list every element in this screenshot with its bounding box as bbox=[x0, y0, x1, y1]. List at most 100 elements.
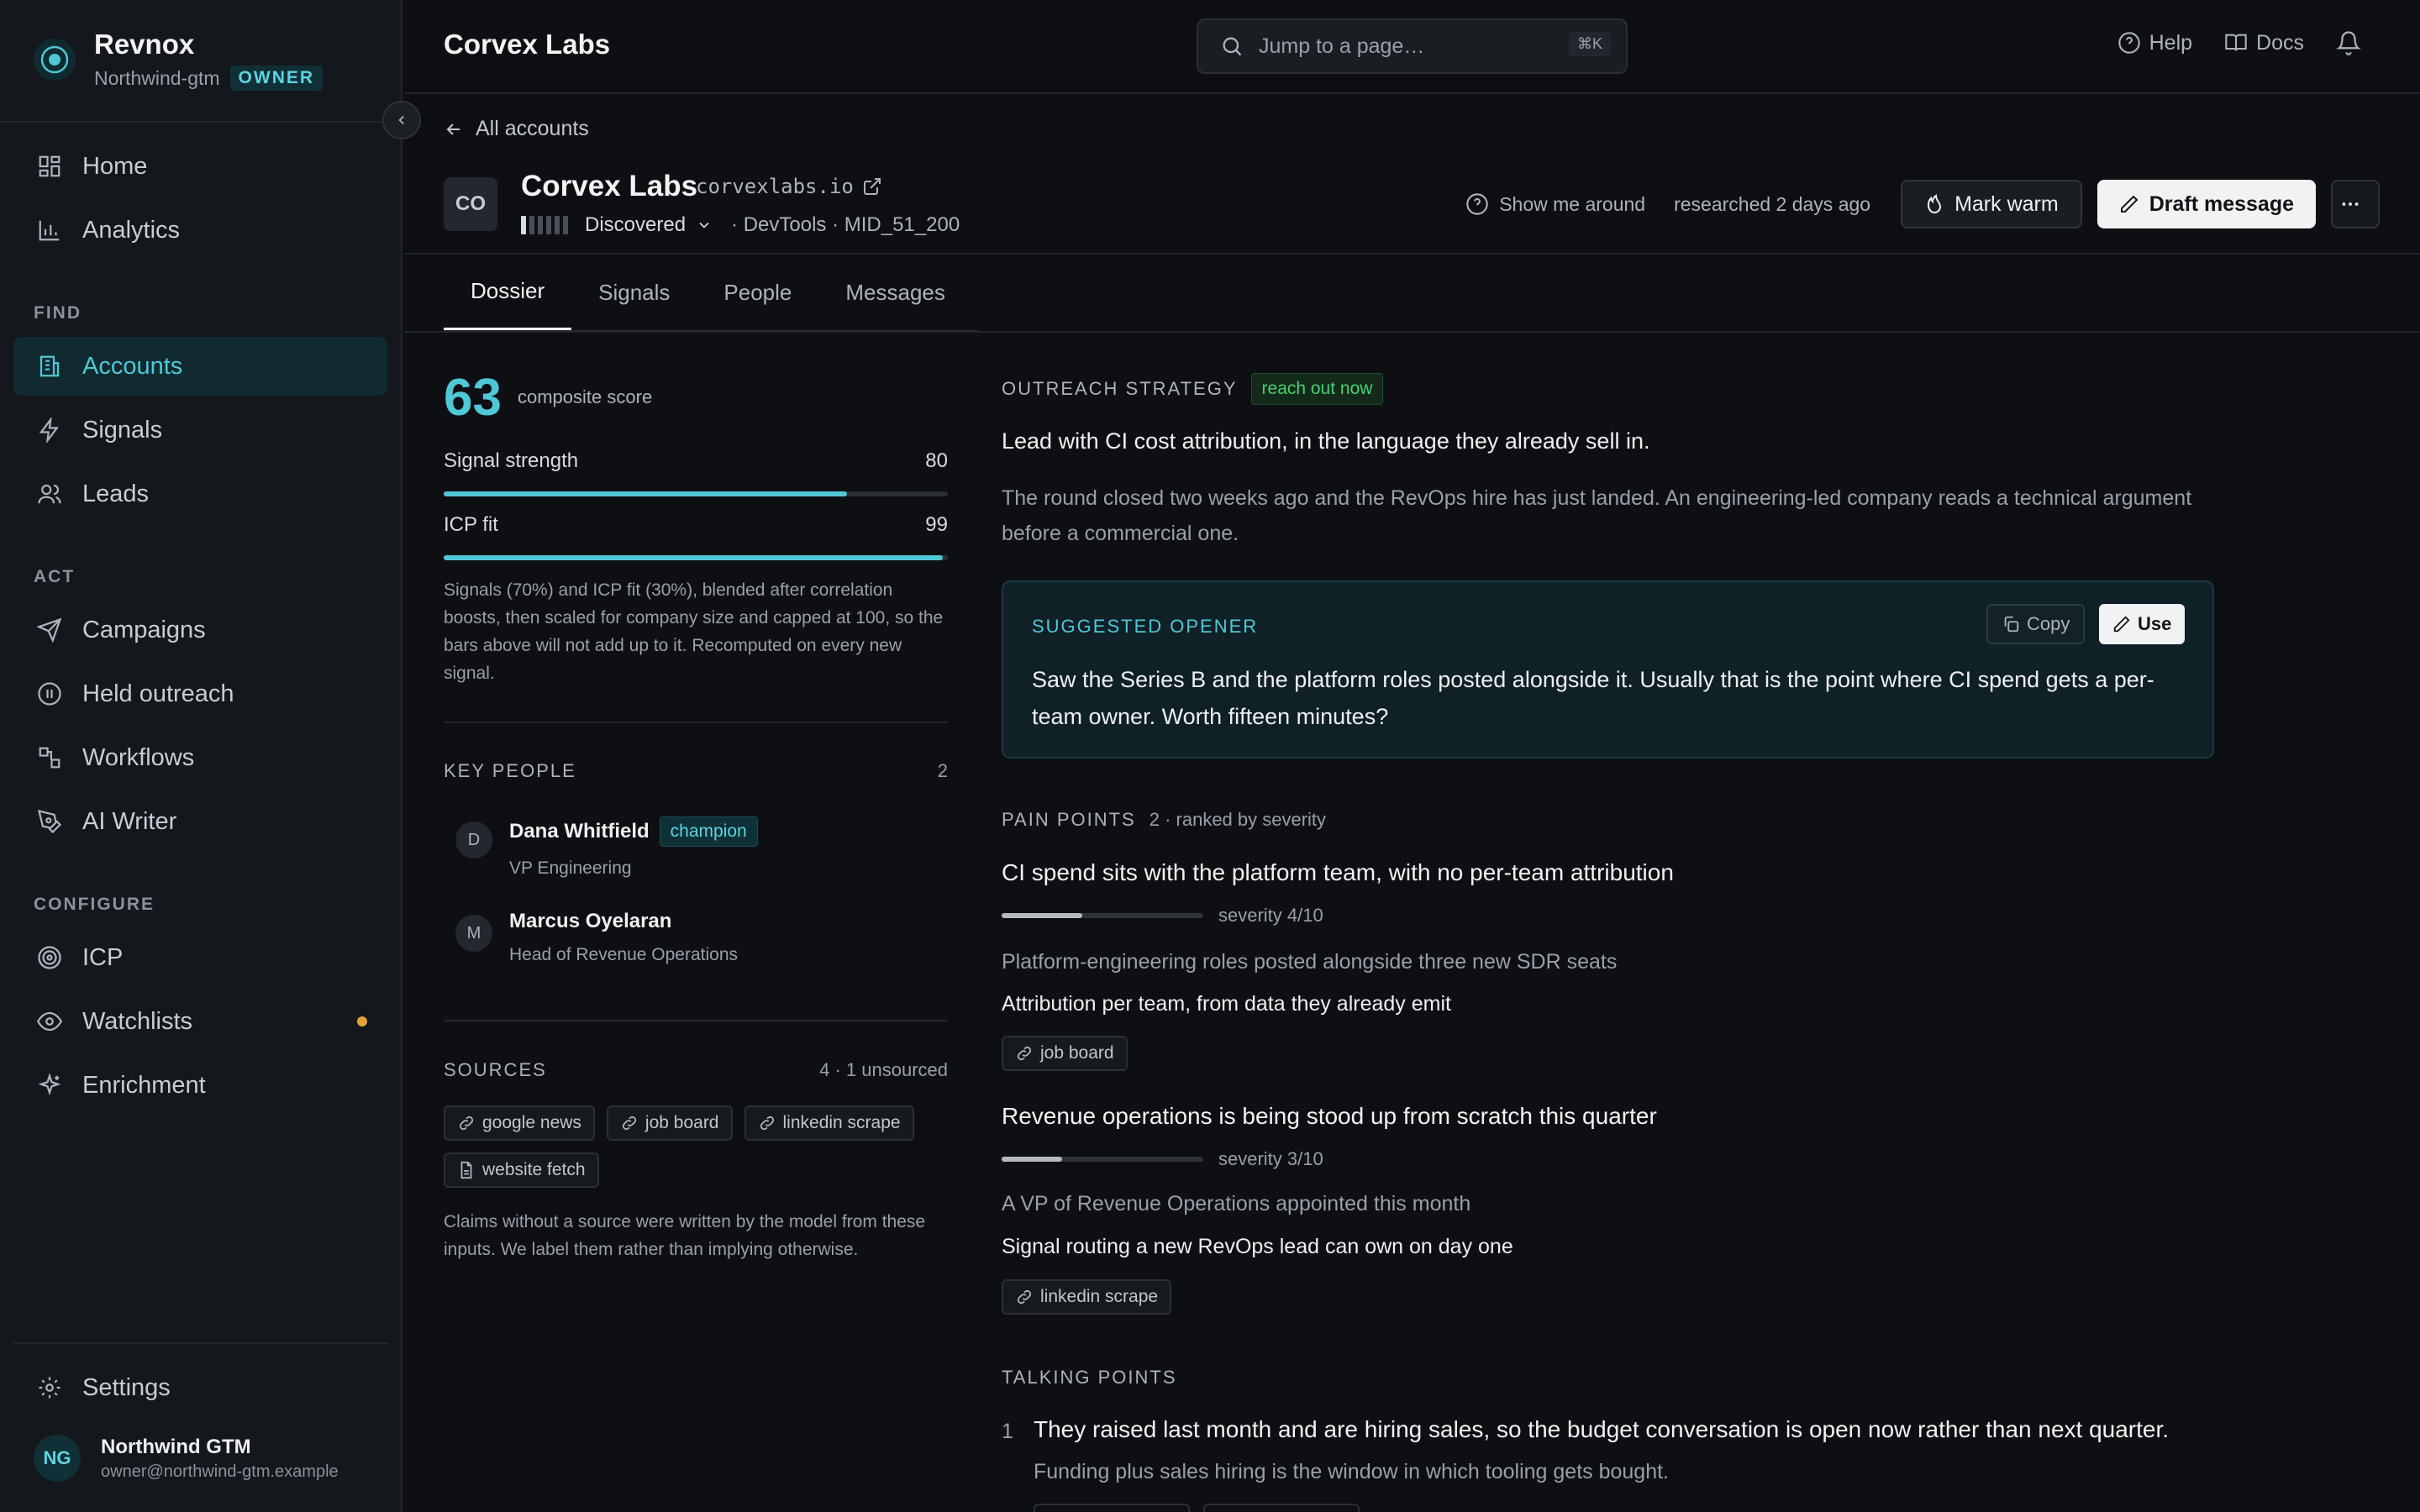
sidebar-item-label: Campaigns bbox=[82, 616, 206, 643]
mark-warm-button[interactable]: Mark warm bbox=[1901, 180, 2082, 228]
sidebar-item-label: Settings bbox=[82, 1373, 171, 1401]
use-label: Use bbox=[2138, 613, 2172, 634]
sources-title: SOURCES bbox=[444, 1059, 547, 1080]
source-chip[interactable]: job board bbox=[1002, 1036, 1128, 1071]
sidebar-item-held-outreach[interactable]: Held outreach bbox=[13, 664, 387, 723]
sidebar-item-enrichment[interactable]: Enrichment bbox=[13, 1056, 387, 1115]
link-icon bbox=[622, 1116, 637, 1131]
collapse-sidebar-button[interactable] bbox=[382, 101, 421, 139]
person-avatar: M bbox=[455, 915, 492, 952]
copy-opener-button[interactable]: Copy bbox=[1986, 604, 2086, 644]
search-input[interactable]: Jump to a page… ⌘K bbox=[1197, 18, 1628, 74]
use-opener-button[interactable]: Use bbox=[2099, 604, 2186, 644]
tab-signals[interactable]: Signals bbox=[571, 255, 697, 330]
more-actions-button[interactable] bbox=[2331, 180, 2380, 228]
sidebar-item-analytics[interactable]: Analytics bbox=[13, 201, 387, 260]
sidebar-divider bbox=[13, 1342, 389, 1344]
person-row[interactable]: D Dana Whitfield champion VP Engineering bbox=[455, 816, 758, 879]
help-link[interactable]: Help bbox=[2118, 31, 2192, 55]
suggested-opener-text: Saw the Series B and the platform roles … bbox=[1032, 667, 2154, 729]
sidebar-item-signals[interactable]: Signals bbox=[13, 401, 387, 459]
sources-header: SOURCES 4 · 1 unsourced bbox=[444, 1059, 948, 1081]
user-menu[interactable]: NG Northwind GTM owner@northwind-gtm.exa… bbox=[34, 1435, 339, 1482]
source-label: website fetch bbox=[482, 1160, 586, 1179]
tab-dossier[interactable]: Dossier bbox=[444, 255, 572, 330]
source-chip[interactable]: website fetch bbox=[444, 1152, 599, 1188]
avatar: NG bbox=[34, 1435, 81, 1482]
stage-step bbox=[521, 216, 526, 234]
source-chip[interactable] bbox=[1034, 1504, 1190, 1512]
composite-score-label: composite score bbox=[518, 386, 653, 407]
stage-step bbox=[563, 216, 568, 234]
building-icon bbox=[39, 355, 60, 377]
flame-icon bbox=[1928, 194, 1942, 214]
person-row[interactable]: M Marcus Oyelaran Head of Revenue Operat… bbox=[455, 910, 738, 965]
show-me-around-button[interactable]: Show me around bbox=[1465, 192, 1645, 216]
source-chip[interactable]: linkedin scrape bbox=[1002, 1279, 1172, 1315]
sidebar-item-workflows[interactable]: Workflows bbox=[13, 728, 387, 787]
sidebar-item-label: Held outreach bbox=[82, 680, 234, 707]
pain-point-evidence: Platform-engineering roles posted alongs… bbox=[1002, 950, 1618, 974]
stage-dropdown[interactable]: Discovered bbox=[585, 213, 713, 237]
target-icon bbox=[38, 946, 61, 969]
sidebar-item-leads[interactable]: Leads bbox=[13, 465, 387, 523]
draft-message-label: Draft message bbox=[2149, 192, 2294, 216]
copy-label: Copy bbox=[2027, 613, 2070, 634]
bell-icon bbox=[2336, 31, 2361, 55]
sidebar-item-icp[interactable]: ICP bbox=[13, 928, 387, 987]
sidebar-item-ai-writer[interactable]: AI Writer bbox=[13, 792, 387, 851]
bar-chart-icon bbox=[39, 220, 60, 241]
signal-strength-bar bbox=[444, 491, 847, 496]
sidebar-item-campaigns[interactable]: Campaigns bbox=[13, 601, 387, 659]
link-icon bbox=[1017, 1289, 1032, 1305]
pain-point-title: Revenue operations is being stood up fro… bbox=[1002, 1103, 1657, 1129]
file-icon bbox=[460, 1161, 472, 1179]
back-label: All accounts bbox=[476, 117, 589, 140]
source-label: job board bbox=[644, 1113, 719, 1132]
key-people-title: KEY PEOPLE bbox=[444, 760, 576, 781]
sidebar-item-home[interactable]: Home bbox=[13, 137, 387, 196]
sidebar-item-label: Signals bbox=[82, 416, 163, 444]
person-role: VP Engineering bbox=[509, 858, 632, 878]
tab-people[interactable]: People bbox=[697, 255, 818, 330]
copy-icon bbox=[2004, 616, 2019, 633]
sources-list: google news job board linkedin scrape we… bbox=[444, 1105, 948, 1200]
section-act: ACT bbox=[34, 567, 76, 586]
pencil-icon bbox=[2120, 195, 2139, 213]
metric-label: ICP fit bbox=[444, 513, 498, 536]
severity-bar bbox=[1002, 913, 1082, 918]
talking-point-rationale: Funding plus sales hiring is the window … bbox=[1034, 1460, 1670, 1483]
severity-label: severity 4/10 bbox=[1218, 905, 1323, 926]
sidebar-item-label: Analytics bbox=[82, 216, 181, 244]
company-meta: · DevTools · MID_51_200 bbox=[731, 213, 960, 236]
sidebar-item-label: Leads bbox=[82, 480, 150, 507]
pen-icon bbox=[37, 809, 62, 834]
source-chip[interactable]: linkedin scrape bbox=[744, 1105, 914, 1141]
docs-link[interactable]: Docs bbox=[2224, 31, 2304, 55]
draft-message-button[interactable]: Draft message bbox=[2096, 180, 2316, 228]
pain-points-title: PAIN POINTS bbox=[1002, 809, 1136, 830]
workflow-icon bbox=[39, 747, 60, 769]
domain-text: corvexlabs.io bbox=[696, 175, 854, 198]
stage-step bbox=[555, 216, 560, 234]
send-icon bbox=[37, 617, 62, 643]
workspace-switcher[interactable]: Revnox Northwind-gtm OWNER bbox=[34, 29, 324, 91]
sidebar-item-watchlists[interactable]: Watchlists bbox=[13, 992, 387, 1051]
sidebar-item-settings[interactable]: Settings bbox=[13, 1358, 387, 1417]
reach-out-now-badge: reach out now bbox=[1250, 373, 1384, 405]
tab-messages[interactable]: Messages bbox=[818, 255, 972, 330]
company-domain-link[interactable]: corvexlabs.io bbox=[696, 175, 882, 198]
source-chip[interactable]: google news bbox=[444, 1105, 595, 1141]
source-label: linkedin scrape bbox=[1040, 1287, 1159, 1306]
bolt-icon bbox=[39, 417, 59, 443]
eye-icon bbox=[37, 1011, 62, 1032]
notifications-button[interactable] bbox=[2336, 30, 2370, 55]
sidebar-item-accounts[interactable]: Accounts bbox=[13, 337, 387, 396]
person-avatar: D bbox=[455, 822, 492, 858]
source-chip[interactable]: job board bbox=[606, 1105, 733, 1141]
back-to-accounts-link[interactable]: All accounts bbox=[444, 117, 589, 141]
source-chip[interactable] bbox=[1203, 1504, 1360, 1512]
link-icon bbox=[760, 1116, 774, 1131]
search-icon bbox=[1223, 37, 1242, 56]
chevron-down-icon bbox=[699, 222, 709, 228]
